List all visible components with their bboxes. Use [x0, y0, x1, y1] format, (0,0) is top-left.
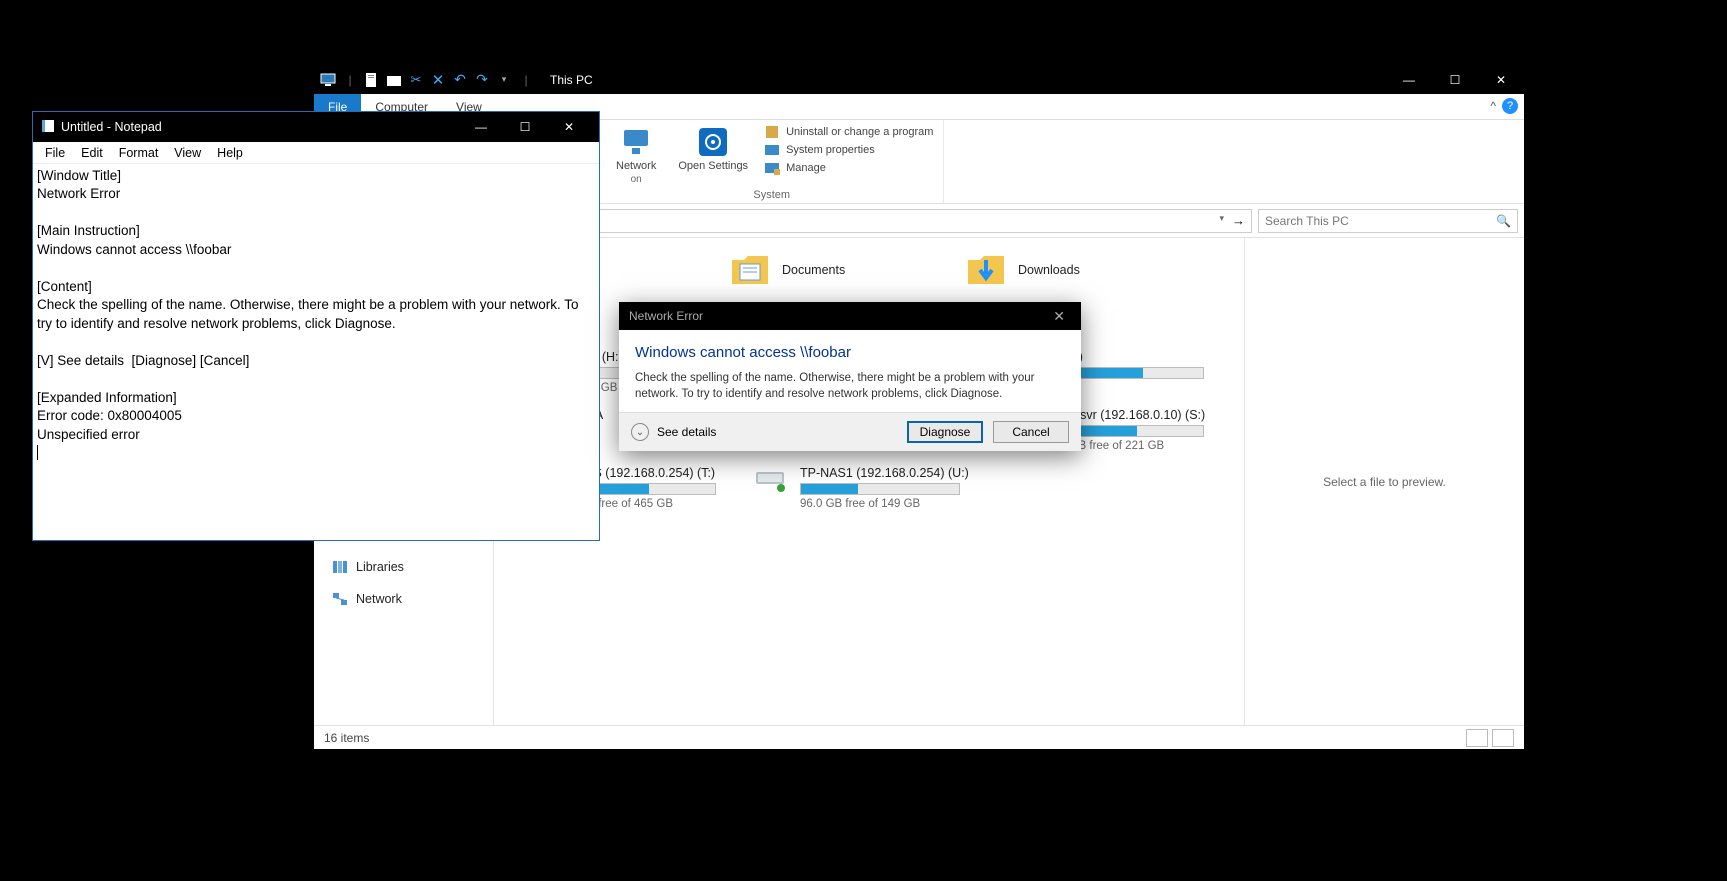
- error-dialog-footer: ⌄ See details Diagnose Cancel: [619, 412, 1081, 451]
- address-dropdown-icon[interactable]: ▾: [1219, 213, 1224, 228]
- search-input[interactable]: Search This PC 🔍: [1258, 209, 1518, 233]
- undo-icon[interactable]: ↶: [452, 72, 468, 88]
- redo-icon[interactable]: ↷: [474, 72, 490, 88]
- drive-item[interactable]: TP-NAS1 (192.168.0.254) (U:) 96.0 GB free…: [754, 466, 974, 510]
- minimize-button[interactable]: —: [1386, 65, 1432, 94]
- menu-view[interactable]: View: [168, 144, 207, 162]
- notepad-titlebar[interactable]: Untitled - Notepad — ☐ ✕: [33, 112, 599, 142]
- text-caret: [37, 445, 38, 460]
- chevron-down-icon: ⌄: [631, 423, 649, 441]
- cut-icon[interactable]: ✂: [408, 72, 424, 88]
- notepad-maximize-button[interactable]: ☐: [503, 112, 547, 142]
- preview-placeholder: Select a file to preview.: [1323, 475, 1446, 489]
- preview-pane: Select a file to preview.: [1244, 238, 1524, 725]
- divider-icon: |: [518, 72, 534, 88]
- notepad-text-area[interactable]: [Window Title] Network Error [Main Instr…: [33, 164, 599, 540]
- maximize-button[interactable]: ☐: [1432, 65, 1478, 94]
- notepad-icon: [41, 119, 55, 136]
- help-icon[interactable]: ?: [1502, 98, 1518, 114]
- error-dialog-titlebar[interactable]: Network Error ✕: [619, 302, 1081, 330]
- ribbon-collapse-icon[interactable]: ^: [1490, 99, 1496, 113]
- ribbon-group-system: System: [610, 189, 933, 201]
- menu-help[interactable]: Help: [211, 144, 249, 162]
- view-large-icon[interactable]: [1492, 729, 1514, 747]
- properties-icon[interactable]: [364, 72, 380, 88]
- error-main-instruction: Windows cannot access \\foobar: [635, 344, 1065, 361]
- new-folder-icon[interactable]: [386, 72, 402, 88]
- menu-file[interactable]: File: [39, 144, 71, 162]
- qat-dropdown-icon[interactable]: ▾: [496, 72, 512, 88]
- error-dialog-close-button[interactable]: ✕: [1047, 308, 1071, 325]
- divider-icon: |: [342, 72, 358, 88]
- explorer-titlebar[interactable]: | ✂ ✕ ↶ ↷ ▾ | This PC — ☐ ✕: [314, 65, 1524, 94]
- explorer-title: This PC: [550, 73, 593, 87]
- view-details-icon[interactable]: [1466, 729, 1488, 747]
- drive-free-text: 96.0 GB free of 149 GB: [800, 498, 974, 510]
- error-dialog-title: Network Error: [629, 309, 703, 323]
- ribbon-uninstall[interactable]: Uninstall or change a program: [764, 124, 933, 140]
- menu-edit[interactable]: Edit: [75, 144, 109, 162]
- error-content: Check the spelling of the name. Otherwis…: [635, 371, 1065, 402]
- nav-item-libraries[interactable]: Libraries: [320, 556, 487, 578]
- see-details-expander[interactable]: ⌄ See details: [631, 423, 716, 441]
- refresh-icon[interactable]: →: [1232, 213, 1245, 228]
- close-button[interactable]: ✕: [1478, 65, 1524, 94]
- quick-access-toolbar: | ✂ ✕ ↶ ↷ ▾ |: [314, 72, 540, 88]
- status-item-count: 16 items: [324, 731, 369, 745]
- ribbon-system-properties[interactable]: System properties: [764, 142, 933, 158]
- cancel-button[interactable]: Cancel: [993, 421, 1069, 443]
- notepad-window: Untitled - Notepad — ☐ ✕ File Edit Forma…: [32, 111, 600, 541]
- pc-icon: [320, 72, 336, 88]
- ribbon-network[interactable]: Network on: [610, 124, 662, 187]
- ribbon-manage[interactable]: Manage: [764, 160, 933, 176]
- search-icon[interactable]: 🔍: [1496, 214, 1511, 228]
- ribbon-open-settings[interactable]: Open Settings: [672, 124, 754, 174]
- nav-item-network[interactable]: Network: [320, 588, 487, 610]
- delete-icon[interactable]: ✕: [430, 72, 446, 88]
- notepad-title: Untitled - Notepad: [61, 120, 162, 134]
- status-bar: 16 items: [314, 725, 1524, 749]
- drive-name: TP-NAS1 (192.168.0.254) (U:): [800, 466, 974, 480]
- folder-documents[interactable]: Documents: [730, 250, 930, 290]
- folder-downloads[interactable]: Downloads: [966, 250, 1166, 290]
- menu-format[interactable]: Format: [113, 144, 165, 162]
- search-placeholder: Search This PC: [1265, 214, 1349, 228]
- notepad-minimize-button[interactable]: —: [459, 112, 503, 142]
- diagnose-button[interactable]: Diagnose: [907, 421, 983, 443]
- notepad-menu: File Edit Format View Help: [33, 142, 599, 164]
- error-dialog: Network Error ✕ Windows cannot access \\…: [619, 302, 1081, 451]
- notepad-close-button[interactable]: ✕: [547, 112, 591, 142]
